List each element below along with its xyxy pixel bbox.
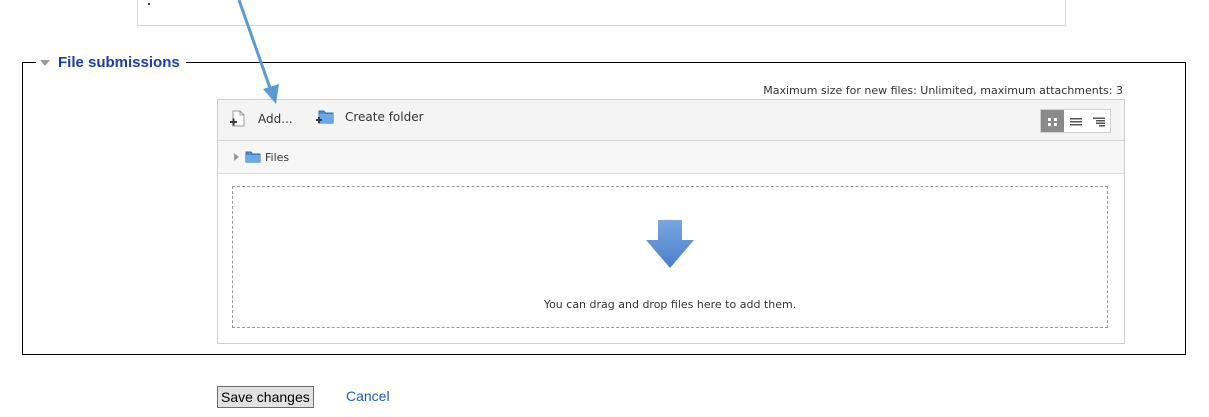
add-file-button[interactable]: Add... (230, 110, 293, 128)
file-manager-toolbar: Add... Create folder (218, 100, 1124, 141)
create-folder-button[interactable]: Create folder (316, 110, 424, 124)
add-file-icon (230, 110, 246, 128)
file-drop-zone[interactable]: You can drag and drop files here to add … (232, 186, 1108, 328)
page: File submissions Maximum size for new fi… (0, 0, 1209, 417)
tree-view-button[interactable] (1087, 110, 1110, 132)
list-view-button[interactable] (1064, 110, 1087, 132)
create-folder-icon (316, 110, 334, 124)
drop-arrow-icon (646, 220, 694, 272)
icons-view-button[interactable] (1041, 110, 1064, 132)
folder-path-label[interactable]: Files (265, 151, 289, 164)
cancel-link[interactable]: Cancel (346, 388, 390, 404)
max-size-info: Maximum size for new files: Unlimited, m… (763, 84, 1123, 97)
folder-icon (245, 148, 261, 167)
view-mode-toggle (1040, 109, 1111, 133)
expand-arrow-icon[interactable] (234, 153, 239, 161)
editor-text-cursor (148, 3, 150, 5)
file-submissions-legend[interactable]: File submissions (36, 52, 186, 72)
legend-label: File submissions (58, 53, 180, 71)
folder-path-bar: Files (218, 141, 1124, 174)
list-icon (1069, 112, 1082, 131)
drop-zone-message: You can drag and drop files here to add … (543, 298, 797, 311)
grid-icon (1047, 112, 1059, 131)
add-file-label: Add... (258, 112, 293, 126)
file-manager: Add... Create folder Files You can drag … (217, 99, 1125, 344)
create-folder-label: Create folder (345, 110, 424, 124)
save-changes-button[interactable]: Save changes (217, 386, 314, 408)
tree-icon (1092, 112, 1105, 131)
text-editor-area[interactable] (137, 0, 1066, 26)
collapse-arrow-icon[interactable] (40, 59, 50, 66)
